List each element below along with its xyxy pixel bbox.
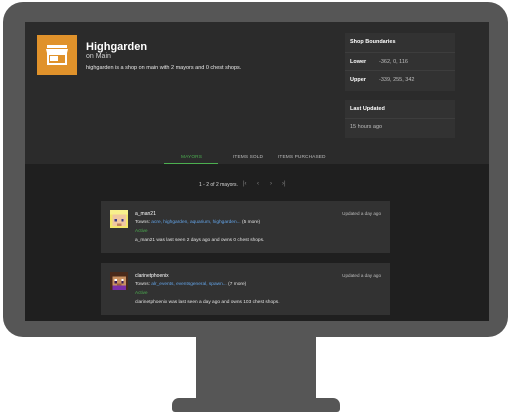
last-page-icon[interactable]: ›|: [282, 181, 286, 187]
tab-items-sold[interactable]: ITEMS SOLD: [233, 155, 263, 160]
next-page-icon[interactable]: ›: [270, 181, 272, 187]
monitor-stand-base: [172, 398, 340, 412]
status-badge: Active: [135, 228, 148, 233]
mayor-name[interactable]: a_man21: [135, 211, 156, 217]
towns-label: Towns:: [135, 220, 150, 225]
updated-timestamp: Updated a day ago: [342, 211, 381, 216]
tab-items-purchased[interactable]: ITEMS PURCHASED: [278, 155, 326, 160]
updated-timestamp: Updated a day ago: [342, 273, 381, 278]
panel-divider: [345, 118, 455, 119]
lower-value: -362, 0, 116: [379, 59, 408, 65]
panel-divider: [345, 52, 455, 53]
monitor-frame: Highgarden on Main highgarden is a shop …: [3, 2, 508, 337]
avatar: [110, 210, 128, 228]
pagination-summary: 1 - 2 of 2 mayors.: [199, 182, 238, 188]
last-updated-title: Last Updated: [350, 106, 385, 112]
avatar: [110, 272, 128, 290]
monitor-stand-neck: [196, 337, 316, 401]
panel-divider: [345, 70, 455, 71]
lower-label: Lower: [350, 59, 367, 65]
towns-more: (7 more): [228, 282, 247, 287]
prev-page-icon[interactable]: ‹: [257, 181, 259, 187]
last-updated-panel: Last Updated 15 hours ago: [345, 100, 455, 138]
shop-title: Highgarden: [86, 41, 148, 53]
status-badge: Active: [135, 290, 148, 295]
boundaries-panel: Shop Boundaries Lower -362, 0, 116 Upper…: [345, 33, 455, 91]
last-updated-value: 15 hours ago: [350, 124, 383, 130]
towns-links[interactable]: acre, highgarden, aquarium, highgarden..…: [151, 220, 240, 225]
mayor-summary: clarinetphoenix was last seen a day ago …: [135, 300, 280, 305]
first-page-icon[interactable]: |‹: [243, 181, 247, 187]
shop-header: Highgarden on Main highgarden is a shop …: [25, 22, 489, 172]
upper-label: Upper: [350, 77, 366, 83]
towns-links[interactable]: alr_events, eventsgeneral, spawn...: [151, 282, 226, 287]
screen: Highgarden on Main highgarden is a shop …: [25, 22, 489, 321]
mayors-content: 1 - 2 of 2 mayors. |‹ ‹ › ›| a_man21 Tow…: [25, 164, 489, 321]
mayor-towns: Towns: acre, highgarden, aquarium, highg…: [135, 220, 260, 225]
shop-server: on Main: [86, 53, 111, 60]
mayor-summary: a_man21 was last seen 2 days ago and own…: [135, 238, 265, 243]
mayor-name[interactable]: clarinetphoenix: [135, 273, 169, 279]
mayor-card[interactable]: clarinetphoenix Towns: alr_events, event…: [101, 263, 390, 315]
mayor-card[interactable]: a_man21 Towns: acre, highgarden, aquariu…: [101, 201, 390, 253]
store-icon: [37, 35, 77, 75]
tab-mayors[interactable]: MAYORS: [181, 155, 202, 160]
boundaries-title: Shop Boundaries: [350, 39, 396, 45]
shop-description: highgarden is a shop on main with 2 mayo…: [86, 65, 242, 71]
towns-more: (5 more): [241, 220, 261, 225]
mayor-towns: Towns: alr_events, eventsgeneral, spawn.…: [135, 282, 246, 287]
upper-value: -339, 255, 342: [379, 77, 415, 83]
towns-label: Towns:: [135, 282, 150, 287]
